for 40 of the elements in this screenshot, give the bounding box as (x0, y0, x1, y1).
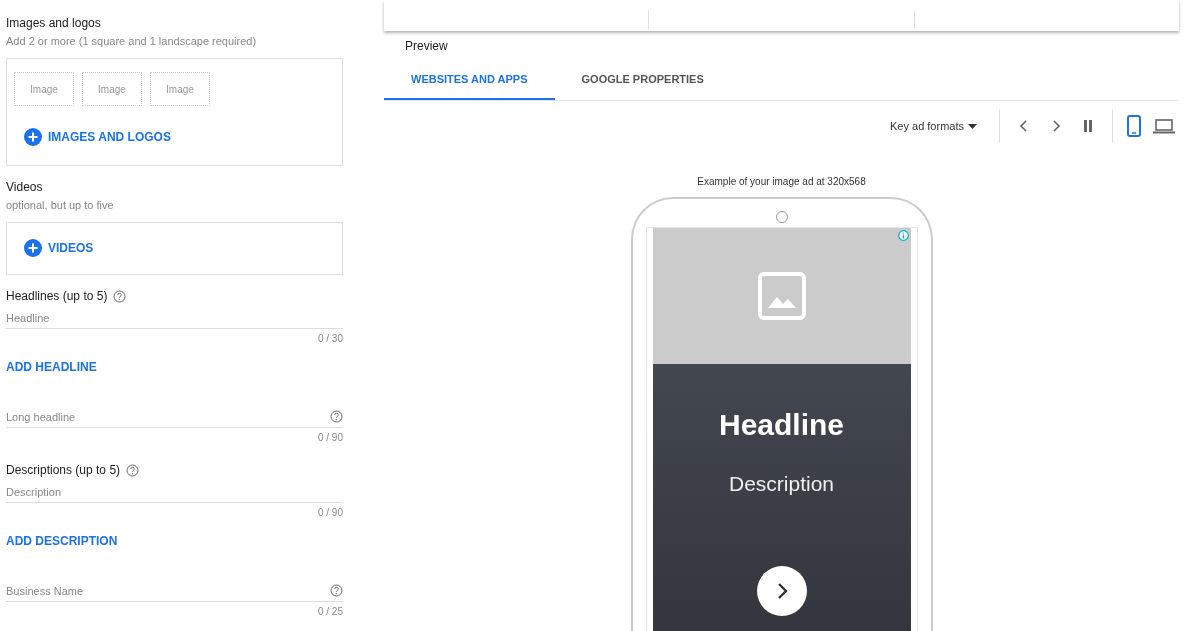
character-counter: 0 / 25 (316, 606, 343, 617)
section-title: Images and logos (6, 16, 102, 31)
help-icon[interactable] (126, 464, 140, 477)
ad-description: Description (728, 472, 834, 496)
text-field[interactable]: Description (6, 485, 343, 498)
help-icon[interactable] (330, 584, 343, 597)
section-title: Videos (6, 180, 44, 195)
add-images-button[interactable]: IMAGES AND LOGOS (24, 128, 171, 146)
text-field[interactable]: Long headline (6, 410, 330, 423)
character-counter: 0 / 90 (316, 507, 343, 518)
add-button[interactable]: ADD HEADLINE (6, 360, 97, 374)
plus-icon (24, 239, 42, 257)
help-icon[interactable] (113, 290, 127, 303)
section-subtitle: Add 2 or more (1 square and 1 landscape required) (6, 34, 258, 48)
text-field[interactable]: Headline (6, 311, 343, 324)
field-label: Descriptions (up to 5) (6, 463, 121, 478)
ad-caption: Example of your image ad at 320x568 (696, 176, 867, 187)
add-videos-button[interactable]: VIDEOS (24, 239, 94, 257)
image-icon (757, 272, 806, 320)
info-icon[interactable] (897, 230, 909, 241)
character-counter: 0 / 90 (316, 432, 343, 443)
tab[interactable]: GOOGLE PROPERTIES (554, 59, 731, 100)
dropdown-caret-icon (968, 123, 977, 129)
phone-icon (1127, 115, 1141, 137)
ad-headline: Headline (718, 408, 844, 442)
image-placeholder[interactable]: Image (150, 72, 210, 106)
character-counter: 0 / 30 (316, 333, 343, 344)
text-field[interactable]: Business Name (6, 584, 330, 597)
help-icon[interactable] (330, 410, 343, 423)
tab[interactable]: WEBSITES AND APPS (384, 59, 555, 100)
preview-title: Preview (404, 38, 449, 53)
laptop-icon (1153, 118, 1175, 134)
section-subtitle: optional, but up to five (6, 198, 115, 212)
plus-icon (24, 128, 42, 146)
image-placeholder[interactable]: Image (14, 72, 74, 106)
field-label: Headlines (up to 5) (6, 289, 108, 304)
add-button[interactable]: ADD DESCRIPTION (6, 534, 118, 548)
format-dropdown[interactable]: Key ad formats (890, 120, 989, 132)
image-placeholder[interactable]: Image (82, 72, 142, 106)
next-arrow-button[interactable] (756, 566, 807, 616)
